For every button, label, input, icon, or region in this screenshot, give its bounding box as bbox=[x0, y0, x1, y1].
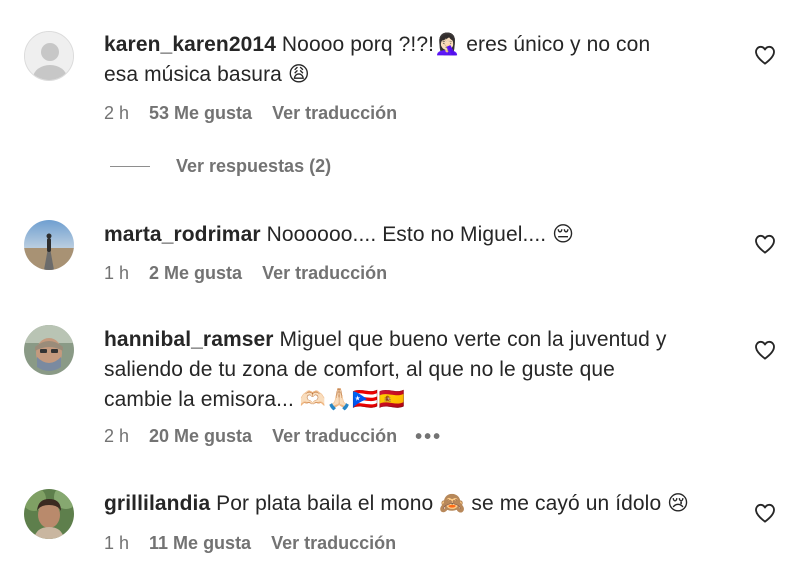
comment-body: grillilandia Por plata baila el mono 🙈 s… bbox=[104, 489, 734, 519]
likes-count[interactable]: 2 Me gusta bbox=[149, 263, 242, 284]
view-replies-label: Ver respuestas (2) bbox=[176, 156, 332, 176]
replies-divider bbox=[110, 166, 150, 167]
like-button[interactable] bbox=[754, 234, 776, 254]
translate-link[interactable]: Ver traducción bbox=[272, 103, 397, 124]
translate-link[interactable]: Ver traducción bbox=[262, 263, 387, 284]
comment-meta: 2 h 53 Me gusta Ver traducción bbox=[104, 103, 397, 124]
comment-meta: 1 h 11 Me gusta Ver traducción bbox=[104, 533, 396, 554]
comment-text: Noooooo.... Esto no Miguel.... 😔 bbox=[260, 223, 575, 246]
comment-meta: 2 h 20 Me gusta Ver traducción ••• bbox=[104, 426, 442, 447]
comment-username[interactable]: marta_rodrimar bbox=[104, 223, 261, 246]
view-replies-button[interactable]: Ver respuestas (2) bbox=[110, 156, 331, 177]
likes-count[interactable]: 11 Me gusta bbox=[149, 533, 251, 554]
avatar-photo bbox=[24, 220, 74, 270]
more-options-icon[interactable]: ••• bbox=[415, 427, 442, 447]
comment-text: Por plata baila el mono 🙈 se me cayó un … bbox=[210, 492, 690, 515]
avatar[interactable] bbox=[24, 31, 74, 81]
avatar-photo bbox=[24, 325, 74, 375]
heart-outline-icon bbox=[755, 340, 775, 360]
likes-count[interactable]: 20 Me gusta bbox=[149, 426, 252, 447]
translate-link[interactable]: Ver traducción bbox=[271, 533, 396, 554]
avatar[interactable] bbox=[24, 489, 74, 539]
comment-text: cambie la emisora... 🫶🏻🙏🏻🇵🇷🇪🇸 bbox=[104, 388, 405, 411]
translate-link[interactable]: Ver traducción bbox=[272, 426, 397, 447]
likes-count[interactable]: 53 Me gusta bbox=[149, 103, 252, 124]
like-button[interactable] bbox=[754, 503, 776, 523]
avatar[interactable] bbox=[24, 220, 74, 270]
avatar-photo bbox=[24, 489, 74, 539]
avatar[interactable] bbox=[24, 325, 74, 375]
comment-username[interactable]: karen_karen2014 bbox=[104, 33, 276, 56]
comment-body: karen_karen2014 Noooo porq ?!?!🤦🏻‍♀️ ere… bbox=[104, 30, 734, 90]
comment-body: marta_rodrimar Noooooo.... Esto no Migue… bbox=[104, 220, 734, 250]
like-button[interactable] bbox=[754, 340, 776, 360]
heart-outline-icon bbox=[755, 45, 775, 65]
default-avatar-icon bbox=[25, 32, 73, 80]
comment-time[interactable]: 1 h bbox=[104, 263, 129, 284]
comment-time[interactable]: 2 h bbox=[104, 103, 129, 124]
comment-text: saliendo de tu zona de comfort, al que n… bbox=[104, 358, 615, 381]
comment-body: hannibal_ramser Miguel que bueno verte c… bbox=[104, 325, 734, 415]
heart-outline-icon bbox=[755, 503, 775, 523]
comment-time[interactable]: 2 h bbox=[104, 426, 129, 447]
comment-text: Miguel que bueno verte con la juventud y bbox=[273, 328, 667, 351]
comment-text: Noooo porq ?!?!🤦🏻‍♀️ eres único y no con bbox=[275, 33, 651, 56]
comment-username[interactable]: hannibal_ramser bbox=[104, 328, 274, 351]
comment-username[interactable]: grillilandia bbox=[104, 492, 210, 515]
comment-meta: 1 h 2 Me gusta Ver traducción bbox=[104, 263, 387, 284]
comment-text: esa música basura 😩 bbox=[104, 63, 310, 86]
comment-time[interactable]: 1 h bbox=[104, 533, 129, 554]
like-button[interactable] bbox=[754, 45, 776, 65]
heart-outline-icon bbox=[755, 234, 775, 254]
